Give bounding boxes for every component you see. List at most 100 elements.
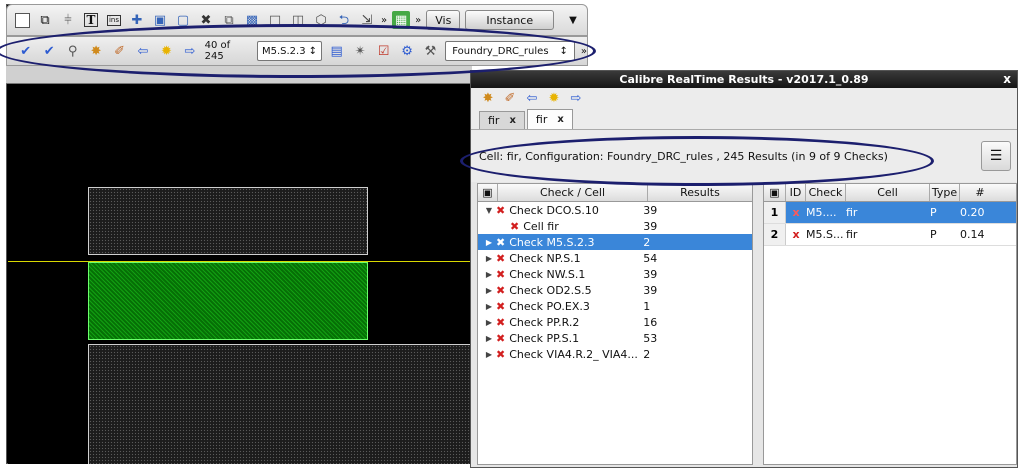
- layout-canvas[interactable]: [8, 86, 470, 464]
- clear-highlight-icon[interactable]: ✐: [111, 42, 128, 60]
- check-row[interactable]: ▶ ✖ Check M5.S.2.3 2: [478, 234, 752, 250]
- spinner-icon: ↕: [559, 45, 568, 57]
- settings-icon[interactable]: ⚙: [398, 42, 415, 60]
- result-counter: 40 of 245: [204, 40, 231, 62]
- more-icon[interactable]: ⇲: [358, 11, 376, 29]
- check-select[interactable]: M5.S.2.3 ↕: [256, 41, 322, 61]
- toolbar-dropdown-arrow[interactable]: ▼: [569, 15, 577, 26]
- select-box-icon[interactable]: [13, 11, 31, 29]
- window-title: Calibre RealTime Results - v2017.1_0.89: [619, 73, 869, 86]
- magic-wand-icon[interactable]: ✴: [351, 42, 368, 60]
- instance-icon[interactable]: ins: [105, 11, 123, 29]
- highlighted-violation-shape[interactable]: [88, 262, 368, 340]
- sun-icon[interactable]: ✹: [158, 42, 175, 60]
- header-value[interactable]: #: [960, 184, 1000, 201]
- header-select-icon[interactable]: ▣: [478, 184, 498, 201]
- result-row[interactable]: 2 x M5.S... fir P 0.14: [764, 224, 1016, 246]
- toolbar-more-2[interactable]: »: [415, 15, 421, 26]
- results-title-bar[interactable]: Calibre RealTime Results - v2017.1_0.89 …: [471, 71, 1017, 88]
- checkmark-icon[interactable]: ✔: [17, 42, 34, 60]
- expand-arrow-icon[interactable]: ▶: [482, 286, 496, 295]
- result-value: 0.14: [960, 228, 985, 241]
- expand-arrow-icon[interactable]: ▶: [482, 318, 496, 327]
- error-x-icon: x: [792, 228, 800, 241]
- check-row[interactable]: ▶ ✖ Check NP.S.1 54: [478, 250, 752, 266]
- highlight-icon[interactable]: ✸: [479, 89, 497, 107]
- check-row[interactable]: ▶ ✖ Check PP.R.2 16: [478, 314, 752, 330]
- expand-arrow-icon[interactable]: ▶: [482, 302, 496, 311]
- expand-arrow-icon[interactable]: ▶: [482, 254, 496, 263]
- tab-fir-1[interactable]: fir x: [479, 111, 525, 129]
- vis-button[interactable]: Vis: [426, 10, 461, 30]
- ruler-icon[interactable]: ◫: [289, 11, 307, 29]
- result-count: 1: [643, 299, 651, 313]
- move-icon[interactable]: ✚: [128, 11, 146, 29]
- error-x-icon: ✖: [496, 267, 506, 281]
- delete-icon[interactable]: ✖: [197, 11, 215, 29]
- copy-icon[interactable]: ▣: [151, 11, 169, 29]
- result-row[interactable]: 1 x M5.... fir P 0.20: [764, 202, 1016, 224]
- stretch-icon[interactable]: ▢: [174, 11, 192, 29]
- layout-shape-bottom[interactable]: [88, 344, 470, 464]
- path-icon[interactable]: ⫩: [59, 11, 77, 29]
- header-type[interactable]: Type: [930, 184, 960, 201]
- arrow-icon[interactable]: ⮌: [335, 11, 353, 29]
- toolbar-more[interactable]: »: [381, 15, 387, 26]
- check-row[interactable]: ▶ ✖ Check PP.S.1 53: [478, 330, 752, 346]
- list-view-icon: ☰: [989, 148, 1003, 164]
- layer-icon[interactable]: ⧉: [36, 11, 54, 29]
- text-icon[interactable]: T: [82, 11, 100, 29]
- cut-icon[interactable]: ⧉: [220, 11, 238, 29]
- flatten-icon[interactable]: □: [266, 11, 284, 29]
- check-row[interactable]: ▶ ✖ Check OD2.S.5 39: [478, 282, 752, 298]
- expand-arrow-icon[interactable]: ▶: [482, 238, 496, 247]
- expand-arrow-icon[interactable]: ▶: [482, 350, 496, 359]
- toolbar-more-3[interactable]: »: [581, 46, 587, 57]
- run-check-icon[interactable]: ✔︎: [40, 42, 57, 60]
- view-options-button[interactable]: ☰: [981, 141, 1011, 171]
- previous-arrow-icon[interactable]: ⇦: [523, 89, 541, 107]
- header-id[interactable]: ID: [786, 184, 806, 201]
- calendar-icon[interactable]: ▤: [328, 42, 345, 60]
- header-check[interactable]: Check: [806, 184, 846, 201]
- results-toolbar: ✸ ✐ ⇦ ✹ ⇨: [471, 88, 1017, 108]
- expand-arrow-icon[interactable]: ▶: [482, 270, 496, 279]
- layout-shape-top[interactable]: [88, 187, 368, 255]
- result-count: 39: [643, 219, 658, 233]
- grid-toggle-icon[interactable]: ▦: [392, 11, 411, 29]
- header-check-cell[interactable]: Check / Cell: [498, 184, 648, 201]
- result-detail-table: ▣ ID Check Cell Type # 1 x M5.... fir P 0.20 2…: [763, 183, 1017, 465]
- next-arrow-icon[interactable]: ⇨: [567, 89, 585, 107]
- header-cell[interactable]: Cell: [846, 184, 930, 201]
- check-row[interactable]: ▶ ✖ Check PO.EX.3 1: [478, 298, 752, 314]
- rules-select[interactable]: Foundry_DRC_rules ↕: [445, 41, 575, 61]
- error-x-icon: ✖: [496, 299, 506, 313]
- check-name: Check M5.S.2.3: [509, 235, 595, 249]
- check-list-icon[interactable]: ☑: [375, 42, 392, 60]
- error-x-icon: ✖: [496, 331, 506, 345]
- header-results[interactable]: Results: [648, 184, 752, 201]
- check-row[interactable]: ✖ Cell fir 39: [478, 218, 752, 234]
- close-tab-icon[interactable]: x: [557, 114, 563, 125]
- polygon-icon[interactable]: ⬡: [312, 11, 330, 29]
- header-select-icon[interactable]: ▣: [764, 184, 786, 201]
- check-row[interactable]: ▼ ✖ Check DCO.S.10 39: [478, 202, 752, 218]
- check-row[interactable]: ▶ ✖ Check NW.S.1 39: [478, 266, 752, 282]
- clear-highlight-icon[interactable]: ✐: [501, 89, 519, 107]
- error-x-icon: ✖: [496, 203, 506, 217]
- expand-arrow-icon[interactable]: ▶: [482, 334, 496, 343]
- close-window-button[interactable]: x: [1003, 72, 1011, 86]
- instance-button[interactable]: Instance: [465, 10, 555, 30]
- merge-icon[interactable]: ▩: [243, 11, 261, 29]
- tab-fir-2[interactable]: fir x: [526, 109, 573, 129]
- check-select-value: M5.S.2.3: [261, 45, 306, 57]
- check-row[interactable]: ▶ ✖ Check VIA4.R.2_ VIA4... 2: [478, 346, 752, 362]
- previous-arrow-icon[interactable]: ⇦: [134, 42, 151, 60]
- search-icon[interactable]: ⚲: [64, 42, 81, 60]
- sun-icon[interactable]: ✹: [545, 89, 563, 107]
- next-arrow-icon[interactable]: ⇨: [181, 42, 198, 60]
- close-tab-icon[interactable]: x: [509, 115, 515, 126]
- expand-arrow-icon[interactable]: ▼: [482, 206, 496, 215]
- tools-icon[interactable]: ⚒: [422, 42, 439, 60]
- highlight-icon[interactable]: ✸: [87, 42, 104, 60]
